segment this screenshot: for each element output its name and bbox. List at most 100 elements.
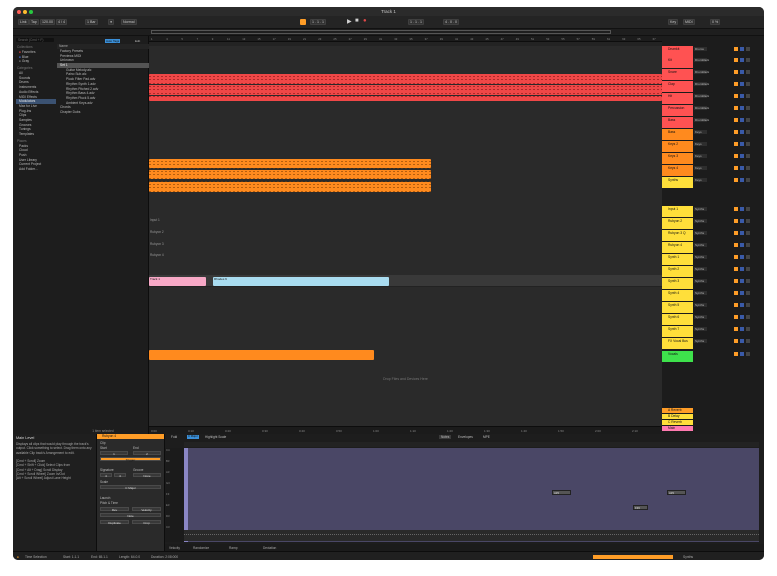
track-input-select[interactable]: Synths xyxy=(694,291,707,295)
track-header[interactable]: Synth 4 Synths xyxy=(662,290,764,301)
track-name[interactable]: Drumkit xyxy=(662,46,693,57)
return-track[interactable]: A Reverb xyxy=(662,408,764,413)
tempo-field[interactable]: 120.00 xyxy=(40,19,55,25)
return-track[interactable]: B Delay xyxy=(662,414,764,419)
midi-map-button[interactable]: MIDI xyxy=(683,19,695,25)
signature-denominator[interactable]: 4 xyxy=(114,473,126,478)
track-input-select[interactable]: DrumRack xyxy=(694,70,709,74)
note-2[interactable]: A#3 xyxy=(667,490,686,495)
return-track[interactable]: C Reverb xyxy=(662,420,764,425)
track-activator-button[interactable] xyxy=(734,231,738,235)
track-input-select[interactable]: Synths xyxy=(694,303,707,307)
track-solo-button[interactable] xyxy=(740,255,744,259)
track-arm-button[interactable] xyxy=(746,219,750,223)
track-activator-button[interactable] xyxy=(734,279,738,283)
track-name[interactable]: Synth 1 xyxy=(662,254,693,265)
track-activator-button[interactable] xyxy=(734,352,738,356)
track-solo-button[interactable] xyxy=(740,267,744,271)
track-solo-button[interactable] xyxy=(740,106,744,110)
track-solo-button[interactable] xyxy=(740,47,744,51)
track-name[interactable]: Synth 3 xyxy=(662,278,693,289)
track-input-select[interactable]: Keys xyxy=(694,166,707,170)
track-input-select[interactable]: Synths xyxy=(694,231,707,235)
track-activator-button[interactable] xyxy=(734,207,738,211)
track-arm-button[interactable] xyxy=(746,315,750,319)
track-activator-button[interactable] xyxy=(734,70,738,74)
track-header[interactable]: Input 1 Synths xyxy=(662,206,764,217)
track-name[interactable]: Synth 2 xyxy=(662,266,693,277)
tab-envelopes[interactable]: Envelopes xyxy=(458,435,473,439)
track-activator-button[interactable] xyxy=(734,82,738,86)
scale-button[interactable]: C Major xyxy=(187,434,199,439)
edit-button[interactable]: Edit xyxy=(135,39,140,43)
follow-select[interactable]: Normal xyxy=(121,19,137,25)
link-button[interactable]: Link xyxy=(18,19,29,25)
track-name[interactable]: FX Vocal Bus xyxy=(662,338,693,349)
track-activator-button[interactable] xyxy=(734,267,738,271)
signature-numerator[interactable]: 4 xyxy=(100,473,112,478)
track-solo-button[interactable] xyxy=(740,94,744,98)
track-header[interactable]: Vocals xyxy=(662,351,764,362)
track-header[interactable]: Bass Keys xyxy=(662,129,764,140)
track-name[interactable]: Input 1 xyxy=(662,206,693,217)
track-input-select[interactable]: Synths xyxy=(694,339,707,343)
track-arm-button[interactable] xyxy=(746,106,750,110)
tab-notes[interactable]: Notes xyxy=(439,435,452,439)
track-name[interactable]: Synth 7 xyxy=(662,326,693,337)
track-header[interactable]: Synth 6 Synths xyxy=(662,314,764,325)
track-input-select[interactable]: Drums xyxy=(694,47,707,51)
place-item[interactable]: Add Folder... xyxy=(16,167,56,172)
pitch-section[interactable]: Pitch & Time xyxy=(100,501,118,505)
track-solo-button[interactable] xyxy=(740,339,744,343)
track-input-select[interactable]: Synths xyxy=(694,279,707,283)
track-name[interactable]: Synth 5 xyxy=(662,302,693,313)
track-input-select[interactable]: Synths xyxy=(694,267,707,271)
track-activator-button[interactable] xyxy=(734,327,738,331)
play-icon[interactable]: ▶ xyxy=(347,18,352,25)
track-activator-button[interactable] xyxy=(734,166,738,170)
track-activator-button[interactable] xyxy=(734,291,738,295)
track-solo-button[interactable] xyxy=(740,327,744,331)
reverse-button[interactable]: Rev xyxy=(100,507,129,512)
note-button[interactable]: Note xyxy=(100,513,161,518)
auto-tags-button[interactable]: Auto Tags xyxy=(105,39,121,43)
track-name[interactable]: Rubyon 4 xyxy=(662,242,693,253)
collection-gray[interactable]: ● Gray xyxy=(16,59,56,64)
track-header[interactable]: Rubyon 2 Synths xyxy=(662,218,764,229)
return-track-name[interactable]: C Reverb xyxy=(662,420,693,425)
track-activator-button[interactable] xyxy=(734,94,738,98)
track-header[interactable]: Drumkit Drums xyxy=(662,46,764,57)
track-name[interactable]: Hit xyxy=(662,93,693,104)
track-arm-button[interactable] xyxy=(746,118,750,122)
track-header[interactable]: Bass DrumRack xyxy=(662,117,764,128)
track-name[interactable]: Keys 4 xyxy=(662,165,693,176)
track-header[interactable]: Snare DrumRack xyxy=(662,69,764,80)
track-name[interactable]: Keys 2 xyxy=(662,141,693,152)
track-arm-button[interactable] xyxy=(746,339,750,343)
track-name[interactable]: Synth 4 xyxy=(662,290,693,301)
file-item[interactable]: Chapter Dubs xyxy=(57,110,149,115)
tap-button[interactable]: Tap xyxy=(29,19,39,25)
track-activator-button[interactable] xyxy=(734,219,738,223)
track-input-select[interactable]: DrumRack xyxy=(694,106,709,110)
track-input-select[interactable]: Keys xyxy=(694,130,707,134)
clip-rhodes[interactable]: Rhodes 9 xyxy=(213,277,389,286)
key-map-button[interactable]: Key xyxy=(668,19,679,25)
track-input-select[interactable]: Keys xyxy=(694,142,707,146)
track-arm-button[interactable] xyxy=(746,303,750,307)
loop-length-field[interactable]: 4 . 0 . 0 xyxy=(443,19,459,25)
track-solo-button[interactable] xyxy=(740,231,744,235)
track-arm-button[interactable] xyxy=(746,166,750,170)
track-solo-button[interactable] xyxy=(740,291,744,295)
track-solo-button[interactable] xyxy=(740,166,744,170)
track-solo-button[interactable] xyxy=(740,130,744,134)
track-arm-button[interactable] xyxy=(746,327,750,331)
track-input-select[interactable]: Synths xyxy=(694,207,707,211)
note-1[interactable]: A#3 xyxy=(552,490,571,495)
loop-start-field[interactable]: 1 . 1 . 1 xyxy=(408,19,424,25)
duplicate-button[interactable]: Duplicate xyxy=(100,520,129,525)
velocity-button[interactable]: Velocity xyxy=(132,507,161,512)
track-header[interactable]: Synths Keys xyxy=(662,177,764,188)
track-solo-button[interactable] xyxy=(740,178,744,182)
track-arm-button[interactable] xyxy=(746,207,750,211)
